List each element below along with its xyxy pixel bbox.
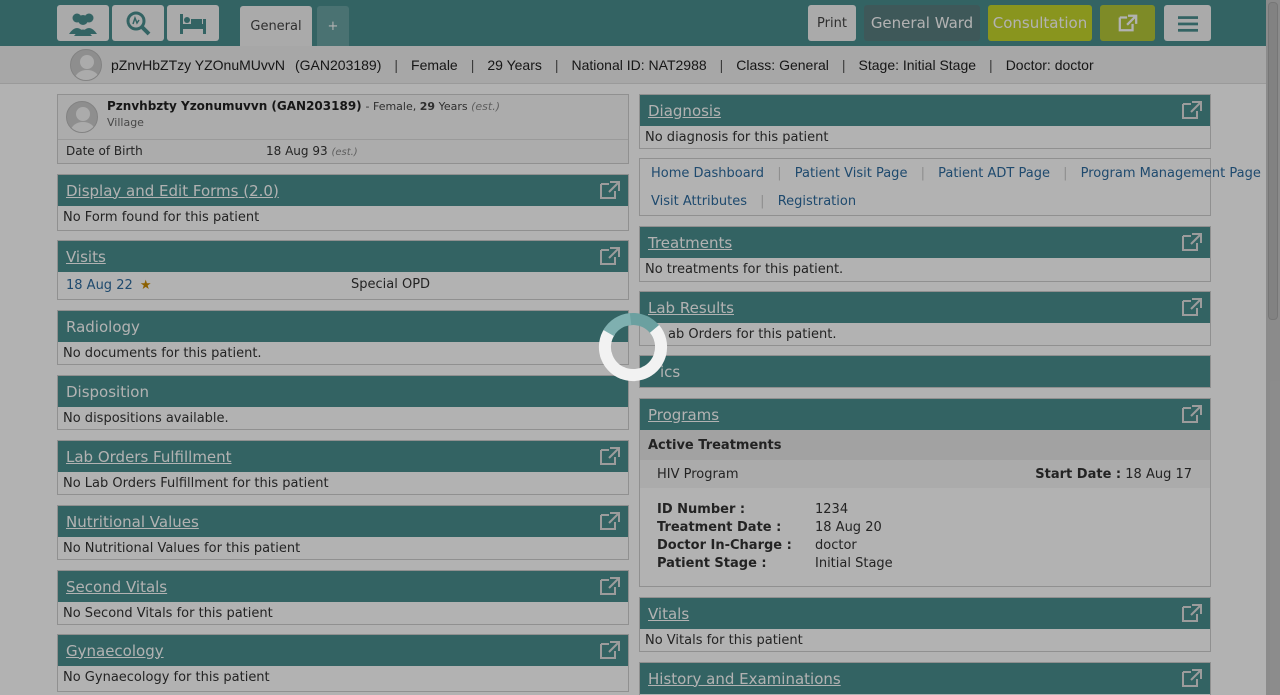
loading-spinner-icon: [598, 313, 668, 382]
